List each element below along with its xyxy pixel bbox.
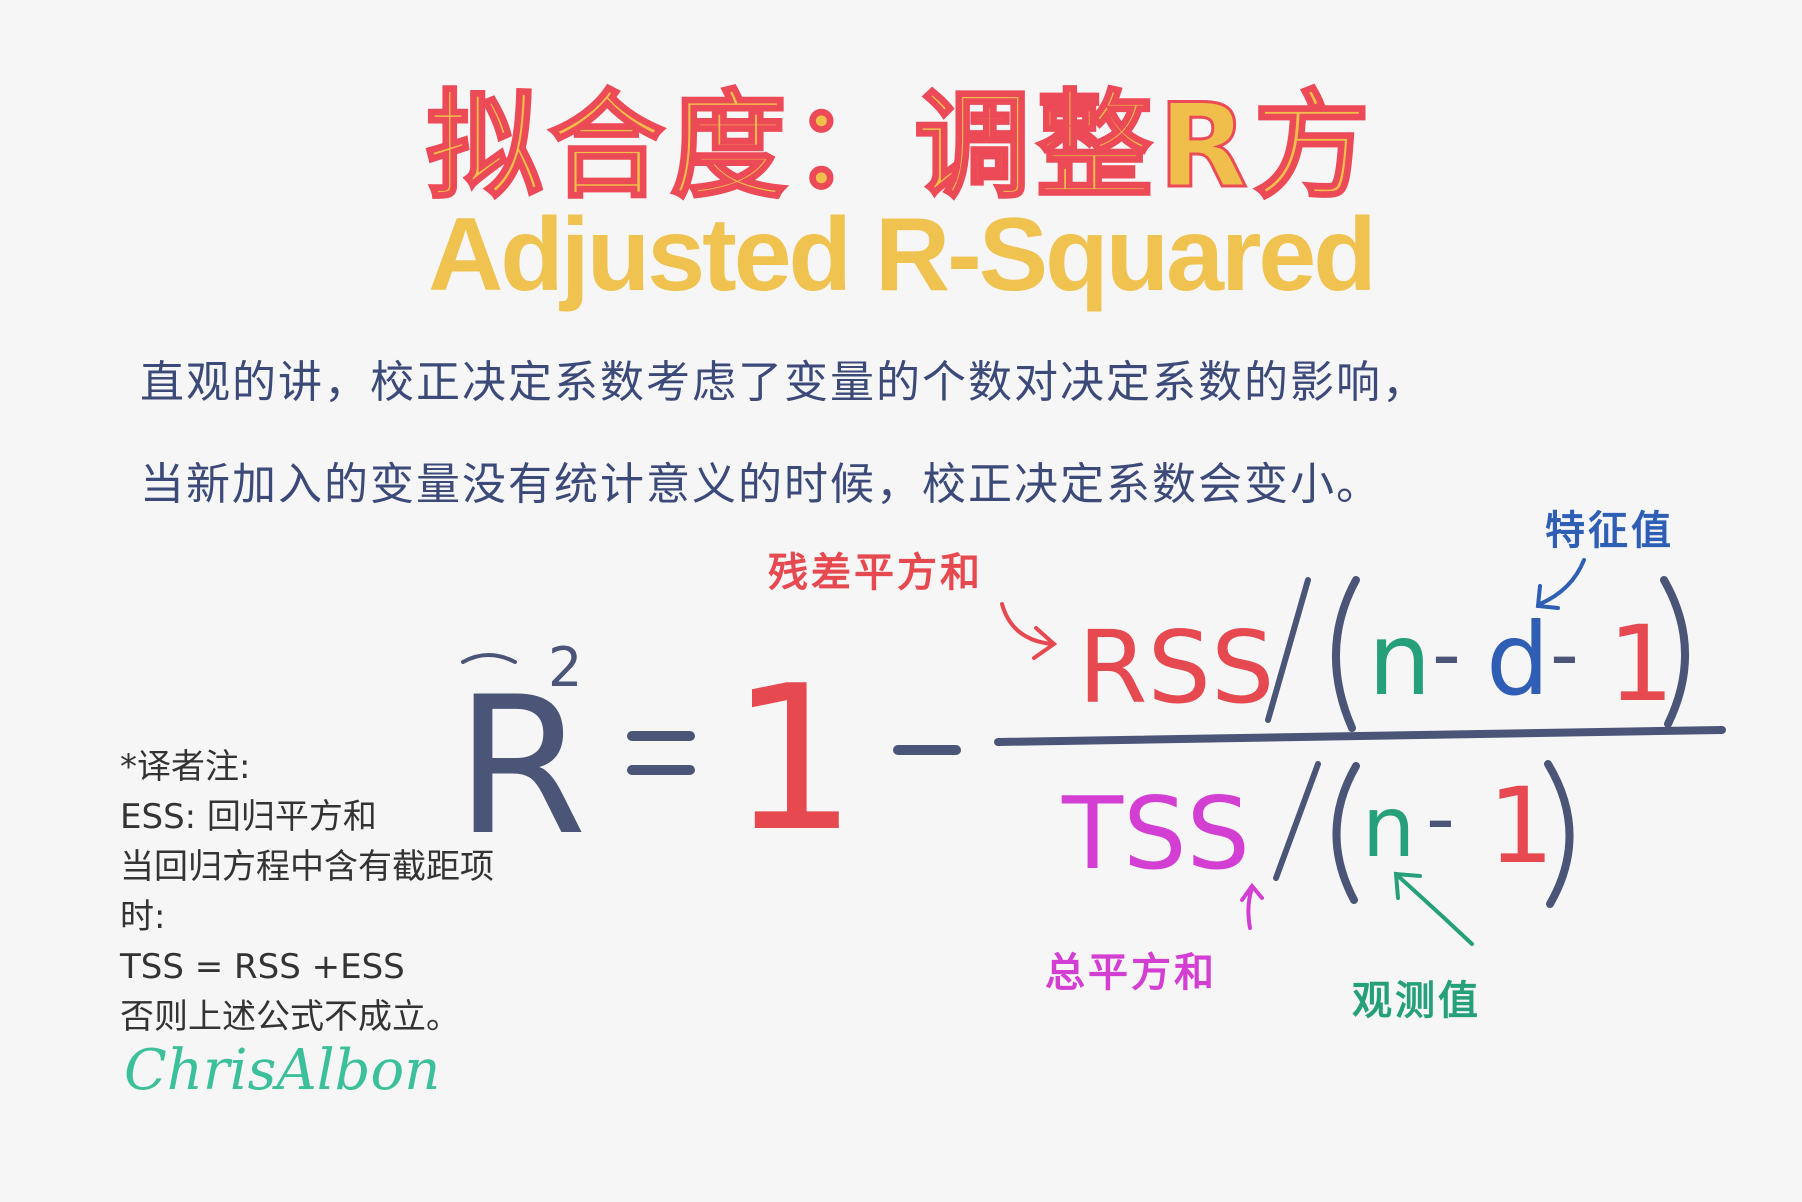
denominator-n: n xyxy=(1362,778,1415,876)
fraction-bar xyxy=(994,726,1726,746)
numerator-n: n xyxy=(1368,601,1431,718)
feature-arrow xyxy=(1538,558,1586,606)
numerator-minus-2: - xyxy=(1550,608,1579,701)
tss-arrow xyxy=(1246,886,1254,930)
numerator-one: 1 xyxy=(1608,603,1674,725)
numerator-d: d xyxy=(1486,601,1549,718)
note-line-3: 当回归方程中含有截距项 xyxy=(120,847,494,887)
label-feature: 特征值 xyxy=(1545,508,1674,554)
numerator-minus-1: - xyxy=(1432,608,1461,701)
numerator-left-paren xyxy=(1331,576,1360,732)
note-line-6: 否则上述公式不成立。 xyxy=(120,997,460,1037)
author-signature: ChrisAlbon xyxy=(124,1038,441,1103)
note-line-4: 时: xyxy=(120,897,166,937)
numerator-rss: RSS xyxy=(1078,609,1274,726)
label-residual-sum-of-squares: 残差平方和 xyxy=(768,550,983,596)
r-exponent: 2 xyxy=(548,636,582,699)
denominator-minus: - xyxy=(1426,772,1455,865)
label-observed: 观测值 xyxy=(1352,978,1481,1024)
translator-note: *译者注: ESS: 回归平方和 当回归方程中含有截距项 时: TSS = RS… xyxy=(120,742,494,1042)
observed-arrow xyxy=(1396,874,1474,946)
one-digit: 1 xyxy=(730,643,857,876)
label-total-sum-of-squares: 总平方和 xyxy=(1045,950,1217,996)
denominator-one: 1 xyxy=(1488,765,1554,887)
note-line-1: *译者注: xyxy=(120,747,251,787)
denominator-slash xyxy=(1273,761,1321,881)
note-line-5: TSS = RSS +ESS xyxy=(120,947,405,987)
denominator-tss: TSS xyxy=(1061,775,1250,892)
denominator-left-paren xyxy=(1332,762,1360,904)
note-line-2: ESS: 回归平方和 xyxy=(120,797,377,837)
